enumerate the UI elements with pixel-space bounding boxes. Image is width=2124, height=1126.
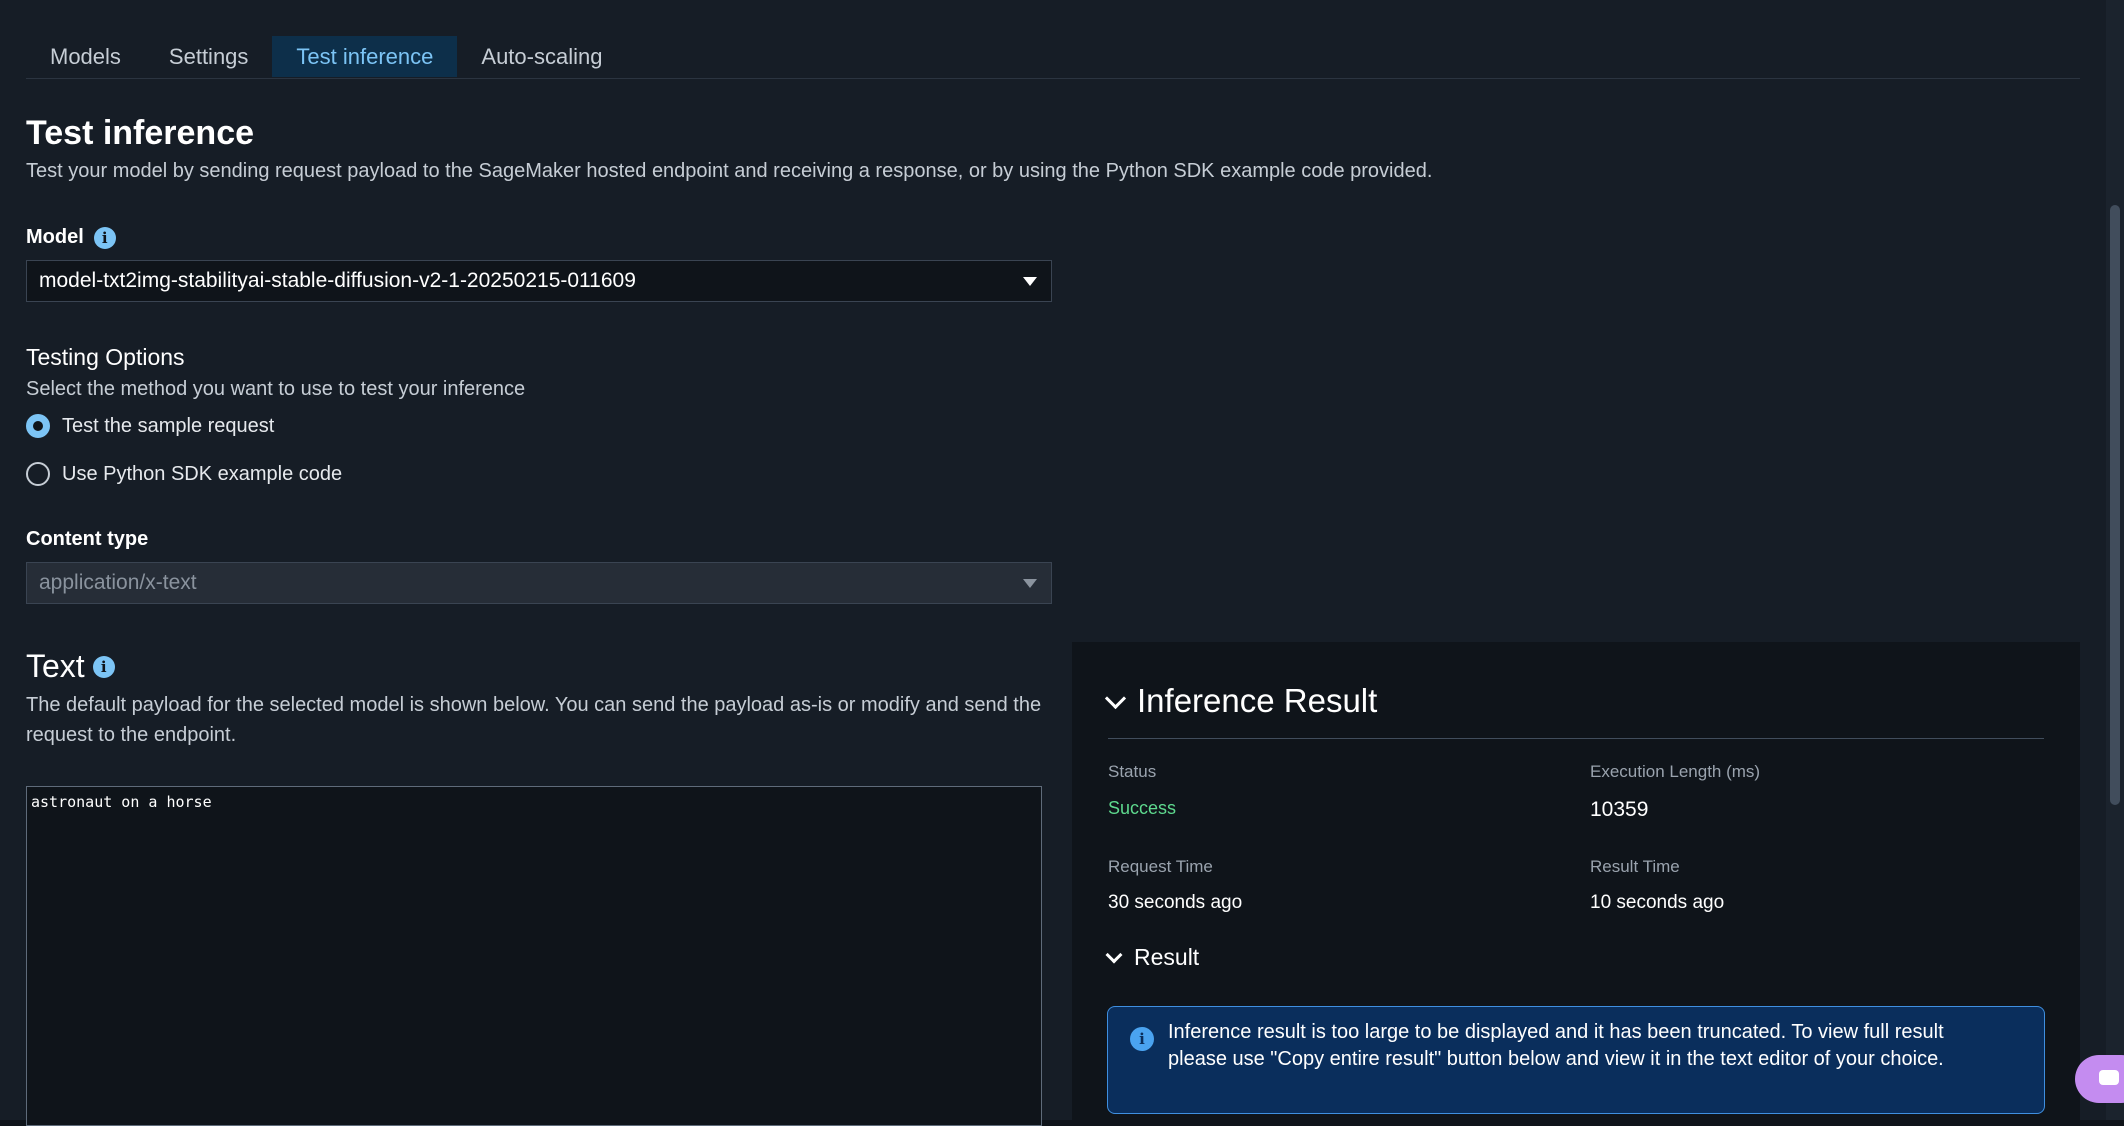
text-title: Text — [26, 648, 85, 684]
execution-length-value: 10359 — [1590, 798, 1649, 821]
chat-button[interactable] — [2075, 1055, 2124, 1103]
text-section-title: Text i — [26, 648, 115, 685]
tab-test-inference[interactable]: Test inference — [272, 36, 458, 77]
testing-options-description: Select the method you want to use to tes… — [26, 378, 526, 400]
status-label: Status — [1108, 762, 1157, 781]
page-description: Test your model by sending request paylo… — [26, 160, 1433, 182]
scrollbar[interactable] — [2106, 0, 2124, 1120]
chevron-down-icon — [1104, 687, 1127, 709]
chat-icon — [2099, 1070, 2119, 1085]
result-time-label: Result Time — [1590, 857, 1680, 876]
content-type-label-text: Content type — [26, 528, 149, 550]
result-title: Result — [1134, 944, 1200, 970]
tab-auto-scaling[interactable]: Auto-scaling — [457, 36, 626, 77]
content-type-value: application/x-text — [39, 571, 197, 594]
tab-settings[interactable]: Settings — [145, 36, 273, 77]
page-title: Test inference — [26, 114, 255, 152]
scrollbar-thumb[interactable] — [2110, 205, 2120, 805]
radio-checked[interactable] — [26, 414, 50, 438]
inference-result-panel: Inference Result Status Success Executio… — [1072, 642, 2080, 1122]
content-type-select: application/x-text — [26, 562, 1052, 604]
model-select-value: model-txt2img-stabilityai-stable-diffusi… — [39, 269, 636, 292]
text-section-description: The default payload for the selected mod… — [26, 694, 1042, 746]
page: Models Settings Test inference Auto-scal… — [0, 0, 2106, 1126]
testing-options-title: Testing Options — [26, 344, 185, 370]
inference-result-header[interactable]: Inference Result — [1104, 682, 1378, 720]
inference-result-title: Inference Result — [1137, 682, 1378, 719]
caret-down-icon — [1023, 277, 1037, 286]
chevron-down-icon — [1105, 946, 1123, 963]
radio-label: Test the sample request — [62, 414, 275, 437]
info-icon[interactable]: i — [92, 655, 115, 678]
tab-models[interactable]: Models — [26, 36, 145, 77]
model-label: Model — [26, 226, 84, 248]
info-icon: i — [1130, 1027, 1154, 1051]
radio-option-python-sdk[interactable]: Use Python SDK example code — [26, 462, 342, 486]
divider — [1108, 738, 2044, 739]
radio-option-sample-request[interactable]: Test the sample request — [26, 414, 274, 438]
radio-unchecked[interactable] — [26, 462, 50, 486]
alert-text: Inference result is too large to be disp… — [1168, 1021, 1944, 1070]
result-section-header[interactable]: Result — [1105, 944, 1200, 971]
radio-label: Use Python SDK example code — [62, 462, 343, 485]
result-time-value: 10 seconds ago — [1590, 892, 1725, 913]
tab-bar: Models Settings Test inference Auto-scal… — [26, 36, 2080, 79]
payload-textarea[interactable]: astronaut on a horse — [26, 786, 1042, 1126]
caret-down-icon — [1023, 579, 1037, 588]
truncation-alert: i Inference result is too large to be di… — [1107, 1006, 2045, 1114]
request-time-value: 30 seconds ago — [1108, 892, 1243, 913]
model-label-row: Model i — [26, 226, 116, 249]
request-time-label: Request Time — [1108, 857, 1213, 876]
status-value: Success — [1108, 798, 1177, 818]
execution-length-label: Execution Length (ms) — [1590, 762, 1761, 781]
content-type-label: Content type — [26, 528, 148, 551]
model-select[interactable]: model-txt2img-stabilityai-stable-diffusi… — [26, 260, 1052, 302]
info-icon[interactable]: i — [93, 226, 116, 249]
